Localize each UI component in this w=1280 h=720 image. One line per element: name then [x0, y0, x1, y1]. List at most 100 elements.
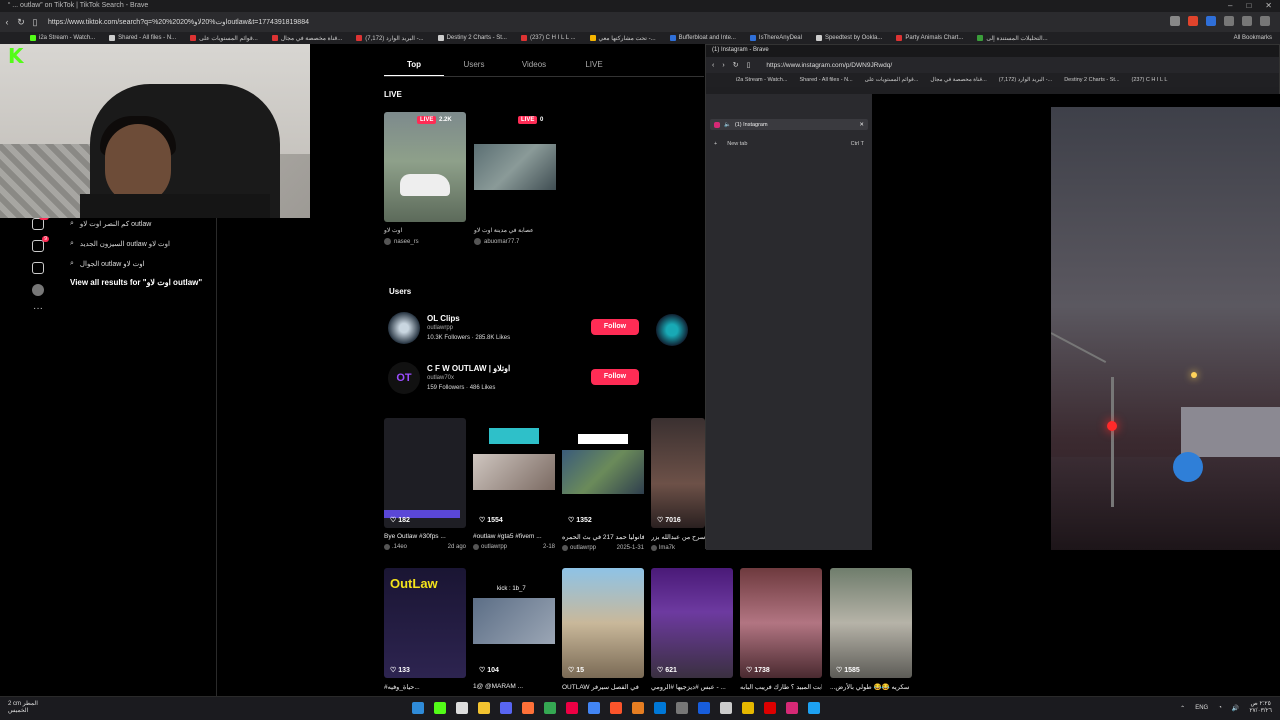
upload-icon[interactable] — [32, 262, 44, 274]
video-card[interactable]: ♡ 1554 #outlaw #gta5 #fivem ... outlawrp… — [473, 418, 555, 550]
inbox-icon[interactable]: 31 — [32, 214, 49, 230]
close-icon[interactable]: ✕ — [1265, 1, 1272, 10]
live-card[interactable]: LIVE 0 عصابة في مدينة اوت لاو abuomar77.… — [474, 112, 556, 245]
bookmark-item[interactable]: تحت مشاركتها معي -... — [589, 35, 656, 42]
lang-indicator[interactable]: ENG — [1195, 705, 1208, 711]
video-card[interactable]: ♡ 182 Bye Outlaw #30fps ... .14eo 2d ago — [384, 418, 466, 550]
app-icon[interactable] — [764, 702, 776, 714]
live-username[interactable]: abuomar77.7 — [484, 239, 519, 245]
volume-icon[interactable]: 🔊 — [1232, 705, 1239, 712]
tray-chevron-icon[interactable]: ⌃ — [1180, 705, 1185, 712]
back-icon[interactable]: ‹ — [712, 62, 714, 69]
forward-icon[interactable]: › — [722, 62, 724, 69]
live-card[interactable]: LIVE 2.2K اوت لاو nasee_rs — [384, 112, 466, 245]
chrome-icon[interactable] — [588, 702, 600, 714]
user-avatar[interactable]: OT — [388, 362, 420, 394]
address-bar[interactable]: https://www.tiktok.com/search?q=%20%20او… — [48, 18, 309, 26]
view-all-results[interactable]: View all results for "اوت لاو outlaw" — [70, 278, 210, 287]
user-avatar[interactable] — [656, 314, 688, 346]
app-icon[interactable] — [808, 702, 820, 714]
video-card[interactable]: ♡ 1738 ابت المبيد ؟ طارك فريبب البابه ..… — [740, 568, 822, 691]
wifi-icon[interactable]: ◔ — [1218, 705, 1222, 711]
video-card[interactable]: ♡ 7016 اسرح من عبدالله بزر... lma7k — [651, 418, 705, 551]
tab-top[interactable]: Top — [384, 60, 444, 77]
suggestion-item[interactable]: ⌕ السيزون الجديد outlaw اوت لاو — [70, 234, 210, 254]
app-icon[interactable] — [720, 702, 732, 714]
tab-instagram[interactable]: 🔈 (1) Instagram ✕ — [710, 119, 868, 130]
reload-icon[interactable]: ↻ — [14, 17, 28, 28]
all-bookmarks[interactable]: All Bookmarks — [1234, 35, 1272, 41]
reload-icon[interactable]: ↻ — [733, 61, 739, 69]
bookmark-item[interactable]: Shared - All files - N... — [799, 77, 852, 83]
bookmark-item[interactable]: قناة مخصصة في مجال... — [271, 35, 342, 42]
puzzle-icon[interactable] — [1224, 16, 1234, 26]
bitwarden-icon[interactable] — [698, 702, 710, 714]
bookmark-item[interactable]: التحليلات المستندة إلى... — [977, 35, 1048, 42]
start-icon[interactable] — [412, 702, 424, 714]
video-card[interactable]: ♡ 15 OUTLAW في الفصل سيرفر — [562, 568, 644, 691]
minimize-icon[interactable]: – — [1228, 1, 1232, 10]
ig-video[interactable] — [1051, 107, 1280, 550]
app-icon[interactable] — [544, 702, 556, 714]
bookmark-item[interactable]: Speedtest by Ookla... — [815, 35, 882, 41]
live-username[interactable]: nasee_rs — [394, 239, 419, 245]
bookmark-item[interactable]: Destiny 2 Charts - St... — [1064, 77, 1119, 83]
firefox-icon[interactable] — [522, 702, 534, 714]
bookmark-item[interactable]: (237) C H I L L — [1132, 77, 1168, 83]
brave-shield-icon[interactable] — [1188, 16, 1198, 26]
bookmark-item[interactable]: قوائم المستويات على... — [865, 77, 919, 83]
folder-icon[interactable] — [478, 702, 490, 714]
more-icon[interactable]: ··· — [33, 304, 43, 314]
app-icon[interactable] — [786, 702, 798, 714]
avatar[interactable] — [32, 284, 44, 296]
bitwarden-icon[interactable] — [1206, 16, 1216, 26]
video-card[interactable]: OutLaw ♡ 133 #حياة_وفيه... — [384, 568, 466, 691]
new-tab-button[interactable]: + New tab Ctrl T — [714, 141, 864, 147]
sidebar-icon[interactable] — [1242, 16, 1252, 26]
app-icon[interactable] — [456, 702, 468, 714]
weather-widget[interactable]: 2 cm المطر الخميس — [8, 701, 38, 715]
discord-icon[interactable] — [500, 702, 512, 714]
menu-icon[interactable] — [1260, 16, 1270, 26]
suggestion-item[interactable]: ⌕ الجوال outlaw اوت لاو — [70, 254, 210, 274]
bookmark-item[interactable]: Party Animals Chart... — [896, 35, 963, 41]
bookmark-item[interactable]: Shared - All files - N... — [109, 35, 176, 41]
bookmark-item[interactable]: Bufferbloat and Inte... — [669, 35, 736, 41]
brave-icon[interactable] — [610, 702, 622, 714]
bookmark-item[interactable]: i2a Stream - Watch... — [30, 35, 95, 41]
bookmark-item[interactable]: i2a Stream - Watch... — [736, 77, 787, 83]
close-tab-icon[interactable]: ✕ — [859, 122, 864, 128]
app-icon[interactable] — [566, 702, 578, 714]
ig-address-bar[interactable]: https://www.instagram.com/p/DWN9JRwdq/ — [766, 62, 892, 69]
back-icon[interactable]: ‹ — [0, 17, 14, 27]
tab-videos[interactable]: Videos — [504, 60, 564, 77]
user-avatar[interactable] — [388, 312, 420, 344]
follow-button[interactable]: Follow — [591, 369, 639, 385]
tab-users[interactable]: Users — [444, 60, 504, 77]
bookmark-item[interactable]: IsThereAnyDeal — [749, 35, 802, 41]
video-card[interactable]: ♡ 1585 ...سكريه 😂😂 طولي بالأرض — [830, 568, 912, 691]
video-card[interactable]: ♡ 1352 فانوليا حمد 217 في بث الحمره... o… — [562, 418, 644, 551]
bookmark-item[interactable]: قناة مخصصة في مجال... — [930, 77, 986, 83]
tab-live[interactable]: LIVE — [564, 60, 624, 77]
bookmark-icon[interactable]: ▯ — [28, 17, 42, 28]
follow-button[interactable]: Follow — [591, 319, 639, 335]
maximize-icon[interactable]: □ — [1246, 1, 1251, 10]
clock[interactable]: ٢:٢٥ ص ٢٧/٠٣/٢٦ — [1249, 701, 1272, 715]
ext-icon[interactable] — [1170, 16, 1180, 26]
app-icon[interactable] — [676, 702, 688, 714]
app-icon[interactable] — [434, 702, 446, 714]
app-icon[interactable] — [632, 702, 644, 714]
bookmark-item[interactable]: (7,172) البريد الوارد -... — [999, 77, 1052, 83]
vscode-icon[interactable] — [654, 702, 666, 714]
bookmark-icon[interactable]: ▯ — [747, 61, 751, 69]
messages-icon[interactable]: 9 — [32, 236, 49, 252]
video-card[interactable]: ♡ 621 عبس #ديزجيها #الرومي - ... — [651, 568, 733, 691]
app-icon[interactable] — [742, 702, 754, 714]
user-result[interactable]: OT C F W OUTLAW | اوتلاو outlaw70x 159 F… — [388, 362, 708, 398]
video-card[interactable]: kick : 1b_7 ♡ 104 1@ @MARAM ... — [473, 568, 555, 690]
bookmark-item[interactable]: Destiny 2 Charts - St... — [437, 35, 507, 41]
bookmark-item[interactable]: قوائم المستويات على... — [190, 35, 258, 42]
bookmark-item[interactable]: (7,172) البريد الوارد -... — [356, 35, 424, 42]
bookmark-item[interactable]: (237) C H I L L ... — [520, 35, 576, 41]
